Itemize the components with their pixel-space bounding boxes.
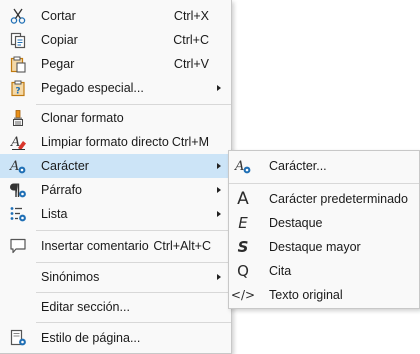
- svg-text:A: A: [234, 159, 244, 174]
- submenu-item-label: Destaque mayor: [269, 240, 361, 254]
- submenu-item-label: Cita: [269, 264, 292, 278]
- submenu-item-label: Texto original: [269, 288, 343, 302]
- paste-special-icon: ?: [8, 78, 28, 98]
- submenu-arrow-icon: [217, 85, 221, 91]
- menu-item-clone-formatting[interactable]: Clonar formato: [0, 106, 231, 130]
- clipboard-icon: [8, 54, 28, 74]
- character-format-icon: A: [233, 156, 253, 176]
- menu-item-label: Carácter: [41, 159, 89, 173]
- menu-item-paste[interactable]: Pegar Ctrl+V: [0, 52, 231, 76]
- menu-item-list[interactable]: Lista: [0, 202, 231, 226]
- menu-item-label: Pegar: [41, 57, 75, 71]
- submenu-arrow-icon: [217, 163, 221, 169]
- clear-formatting-icon: A: [8, 132, 28, 152]
- source-code-icon: </>: [230, 288, 256, 302]
- shortcut-label: Ctrl+Alt+C: [153, 239, 211, 253]
- menu-item-label: Limpiar formato directo: [41, 135, 169, 149]
- menu-item-label: Insertar comentario: [41, 239, 149, 253]
- menu-item-label: Copiar: [41, 33, 78, 47]
- svg-text:A: A: [9, 159, 19, 174]
- shortcut-label: Ctrl+X: [173, 9, 209, 23]
- submenu-item-label: Carácter...: [269, 159, 327, 173]
- menu-item-insert-comment[interactable]: Insertar comentario Ctrl+Alt+C: [0, 234, 231, 258]
- menu-item-label: Estilo de página...: [41, 331, 141, 345]
- menu-item-paste-special[interactable]: ? Pegado especial...: [0, 76, 231, 100]
- quotation-icon: Q: [237, 261, 249, 280]
- strong-emphasis-icon: S: [237, 237, 249, 256]
- menu-item-label: Pegado especial...: [41, 81, 144, 95]
- comment-icon: [8, 236, 28, 256]
- menu-item-character[interactable]: A Carácter: [0, 154, 231, 178]
- shortcut-label: Ctrl+V: [173, 57, 209, 71]
- menu-separator: [229, 183, 419, 184]
- menu-item-paragraph[interactable]: Párrafo: [0, 178, 231, 202]
- page-style-icon: [8, 328, 28, 348]
- submenu-item-label: Carácter predeterminado: [269, 192, 408, 206]
- menu-separator: [36, 104, 231, 105]
- menu-item-clear-direct-formatting[interactable]: A Limpiar formato directo Ctrl+M: [0, 130, 231, 154]
- submenu-arrow-icon: [217, 211, 221, 217]
- default-character-icon: A: [237, 188, 249, 209]
- menu-item-page-style[interactable]: Estilo de página...: [0, 326, 231, 350]
- submenu-arrow-icon: [217, 274, 221, 280]
- menu-separator: [36, 292, 231, 293]
- menu-item-label: Clonar formato: [41, 111, 124, 125]
- menu-item-label: Párrafo: [41, 183, 82, 197]
- menu-separator: [36, 322, 231, 323]
- paintbrush-icon: [8, 108, 28, 128]
- submenu-arrow-icon: [217, 187, 221, 193]
- menu-item-cut[interactable]: Cortar Ctrl+X: [0, 4, 231, 28]
- menu-separator: [36, 262, 231, 263]
- character-submenu: A Carácter... A Carácter predeterminado …: [228, 150, 420, 309]
- menu-item-edit-section[interactable]: Editar sección...: [0, 295, 231, 319]
- menu-item-label: Cortar: [41, 9, 76, 23]
- character-format-icon: A: [8, 156, 28, 176]
- svg-text:?: ?: [15, 87, 20, 97]
- context-menu: Cortar Ctrl+X Copiar Ctrl+C Pegar Ctrl+V…: [0, 0, 232, 354]
- submenu-item-emphasis[interactable]: E Destaque: [229, 211, 419, 235]
- scissors-icon: [8, 6, 28, 26]
- submenu-item-quotation[interactable]: Q Cita: [229, 259, 419, 283]
- shortcut-label: Ctrl+C: [173, 33, 209, 47]
- submenu-item-label: Destaque: [269, 216, 323, 230]
- submenu-item-source-text[interactable]: </> Texto original: [229, 283, 419, 307]
- menu-item-label: Lista: [41, 207, 68, 221]
- menu-item-label: Sinónimos: [41, 270, 100, 284]
- paragraph-icon: [8, 180, 28, 200]
- submenu-item-default-character[interactable]: A Carácter predeterminado: [229, 187, 419, 211]
- menu-separator: [36, 230, 231, 231]
- menu-item-copy[interactable]: Copiar Ctrl+C: [0, 28, 231, 52]
- shortcut-label: Ctrl+M: [171, 135, 209, 149]
- menu-item-synonyms[interactable]: Sinónimos: [0, 265, 231, 289]
- submenu-item-character-dialog[interactable]: A Carácter...: [229, 154, 419, 178]
- submenu-item-strong-emphasis[interactable]: S Destaque mayor: [229, 235, 419, 259]
- list-icon: [8, 204, 28, 224]
- emphasis-icon: E: [238, 213, 248, 232]
- copy-icon: [8, 30, 28, 50]
- menu-item-label: Editar sección...: [41, 300, 130, 314]
